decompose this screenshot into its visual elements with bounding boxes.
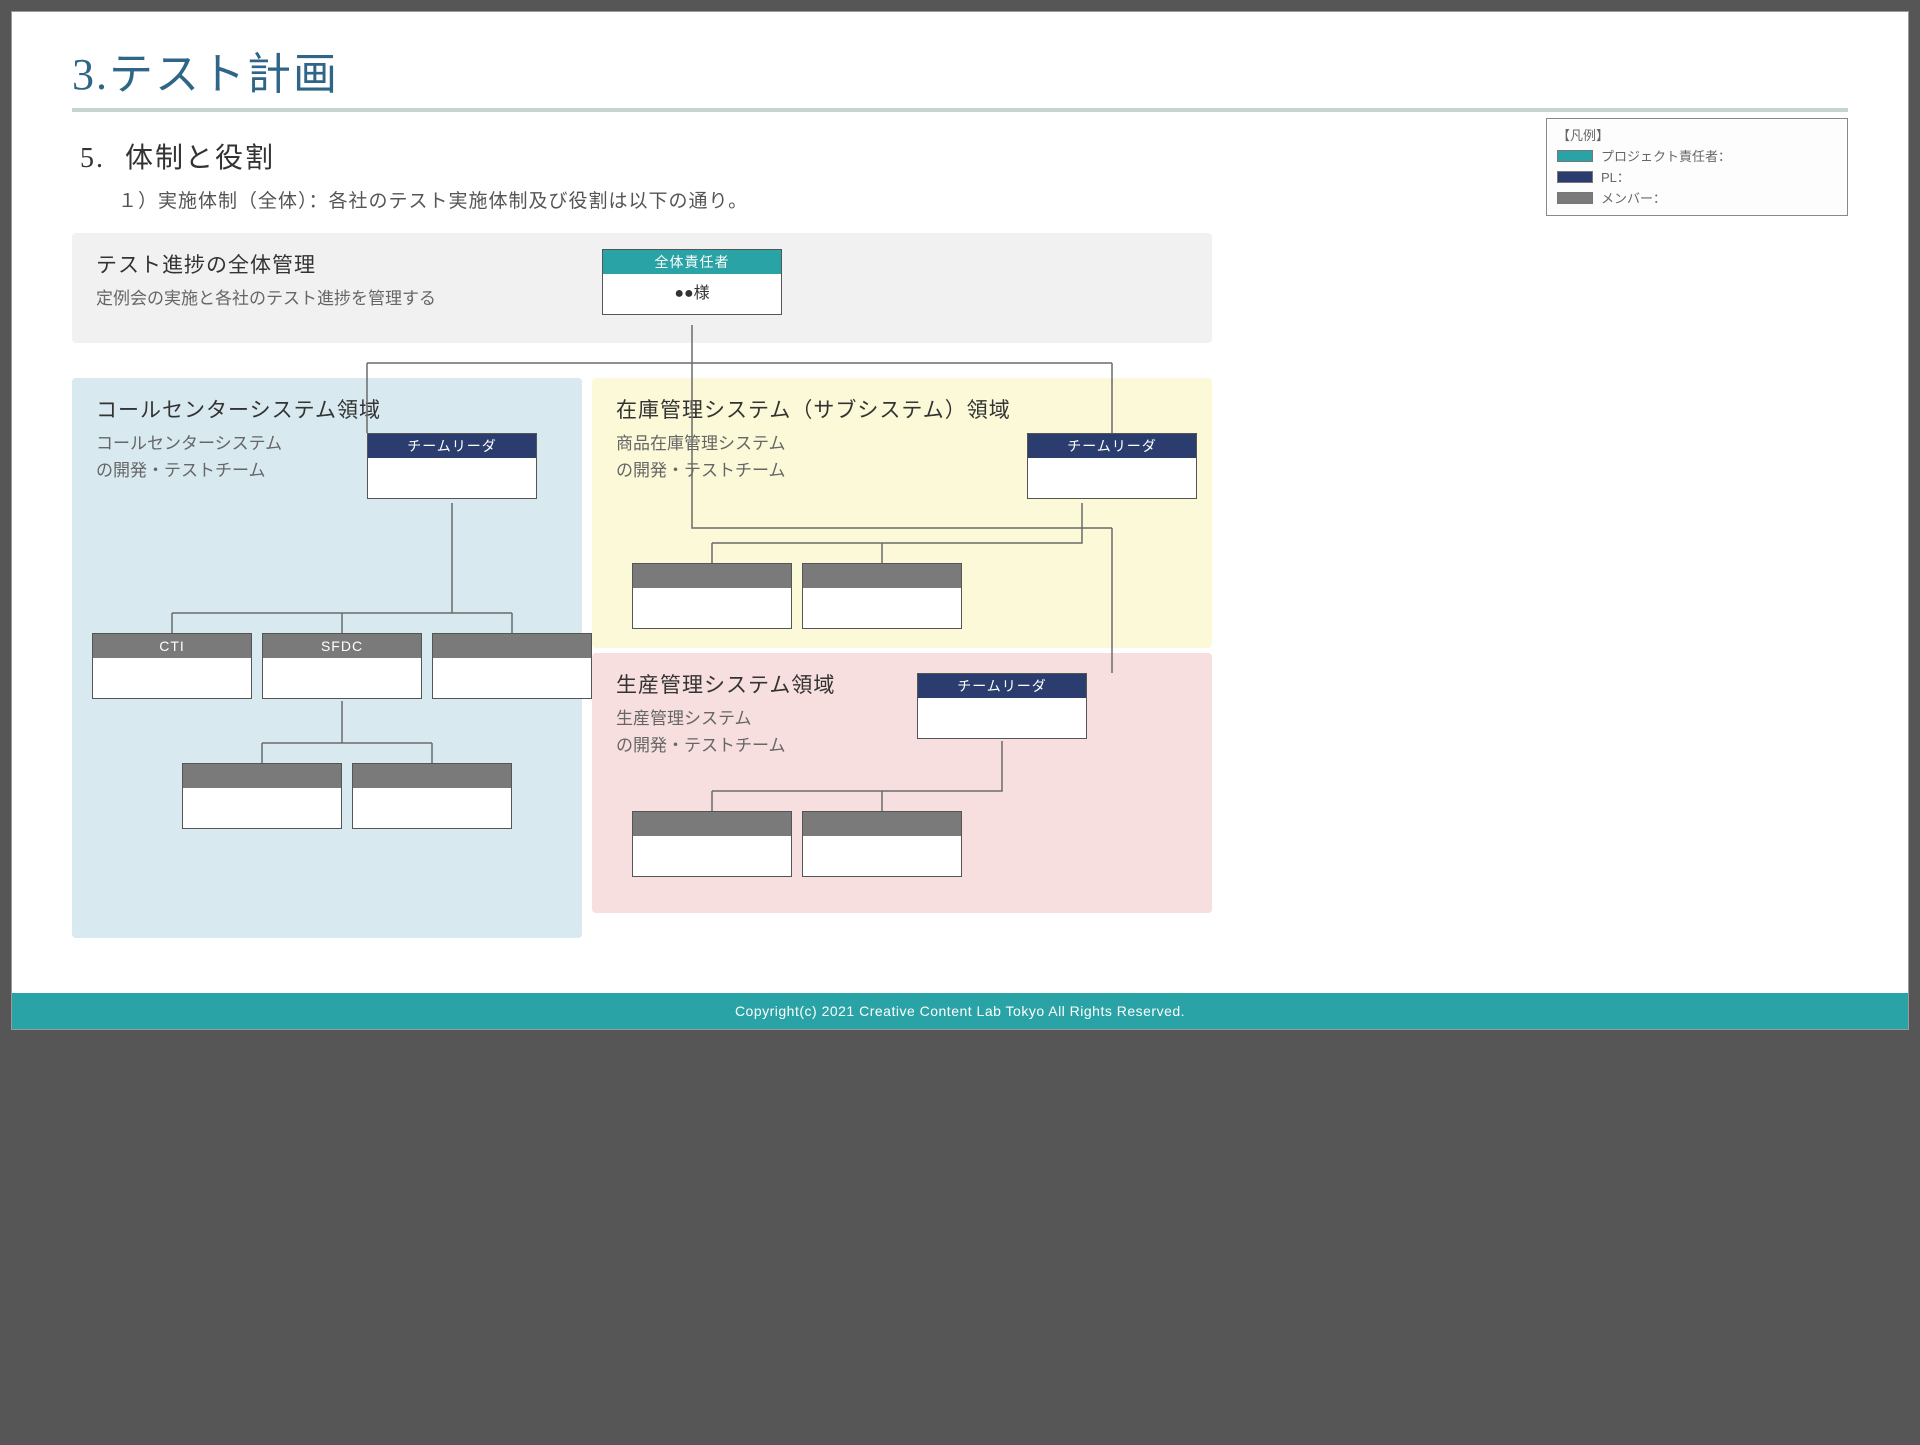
legend-row-member: メンバー： (1557, 188, 1837, 207)
node-header (353, 764, 511, 788)
node-overall-owner: 全体責任者 ●●様 (602, 249, 782, 315)
node-body (433, 658, 591, 698)
legend-swatch-navy (1557, 171, 1593, 183)
legend-swatch-grey (1557, 192, 1593, 204)
node-body (633, 588, 791, 628)
node-header: チームリーダ (1028, 434, 1196, 458)
panel-desc-line: の開発・テストチーム (616, 736, 786, 755)
node-inventory-lead: チームリーダ (1027, 433, 1197, 499)
node-header (803, 812, 961, 836)
legend-title: 【凡例】 (1557, 125, 1837, 144)
footer-bar: Copyright(c) 2021 Creative Content Lab T… (12, 993, 1908, 1029)
node-header: 全体責任者 (603, 250, 781, 274)
node-inventory-child-1 (632, 563, 792, 629)
legend-row-pm: プロジェクト責任者： (1557, 146, 1837, 165)
panel-desc-line: 生産管理システム (616, 709, 752, 728)
node-inventory-child-2 (802, 563, 962, 629)
node-header: チームリーダ (368, 434, 536, 458)
section-title-text: 体制と役割 (125, 143, 275, 174)
panel-desc-line: 商品在庫管理システム (616, 434, 786, 453)
node-body (803, 836, 961, 876)
node-body (368, 458, 536, 498)
title-rule (72, 108, 1848, 112)
node-cti: CTI (92, 633, 252, 699)
node-header (633, 564, 791, 588)
legend-box: 【凡例】 プロジェクト責任者： PL： メンバー： (1546, 118, 1848, 216)
panel-desc-line: の開発・テストチーム (96, 461, 266, 480)
panel-title: 在庫管理システム（サブシステム）領域 (616, 394, 1192, 424)
panel-title: 生産管理システム領域 (616, 669, 1192, 699)
panel-desc: 生産管理システム の開発・テストチーム (616, 705, 1192, 759)
node-body (803, 588, 961, 628)
panel-desc-line: コールセンターシステム (96, 434, 282, 453)
node-production-child-2 (802, 811, 962, 877)
node-callcenter-child-3 (432, 633, 592, 699)
node-header (803, 564, 961, 588)
page-title: 3.テスト計画 (72, 38, 1848, 102)
node-body: ●●様 (603, 274, 781, 314)
node-header (183, 764, 341, 788)
node-body (918, 698, 1086, 738)
node-body (263, 658, 421, 698)
legend-swatch-teal (1557, 150, 1593, 162)
node-body (183, 788, 341, 828)
node-header: CTI (93, 634, 251, 658)
node-sfdc-child-2 (352, 763, 512, 829)
legend-label: PL： (1601, 167, 1630, 186)
org-chart-stage: テスト進捗の全体管理 定例会の実施と各社のテスト進捗を管理する コールセンターシ… (72, 233, 1212, 953)
node-body (633, 836, 791, 876)
node-production-lead: チームリーダ (917, 673, 1087, 739)
node-production-child-1 (632, 811, 792, 877)
node-header: チームリーダ (918, 674, 1086, 698)
slide-frame: 3.テスト計画 5. 体制と役割 １）実施体制（全体）：各社のテスト実施体制及び… (12, 12, 1908, 1029)
legend-label: メンバー： (1601, 188, 1666, 207)
node-body (1028, 458, 1196, 498)
panel-desc-line: の開発・テストチーム (616, 461, 786, 480)
node-body (93, 658, 251, 698)
section-number: 5. (80, 143, 116, 175)
node-body (353, 788, 511, 828)
node-sfdc: SFDC (262, 633, 422, 699)
node-sfdc-child-1 (182, 763, 342, 829)
legend-label: プロジェクト責任者： (1601, 146, 1731, 165)
node-header: SFDC (263, 634, 421, 658)
legend-row-pl: PL： (1557, 167, 1837, 186)
node-header (633, 812, 791, 836)
panel-title: コールセンターシステム領域 (96, 394, 562, 424)
node-callcenter-lead: チームリーダ (367, 433, 537, 499)
node-header (433, 634, 591, 658)
